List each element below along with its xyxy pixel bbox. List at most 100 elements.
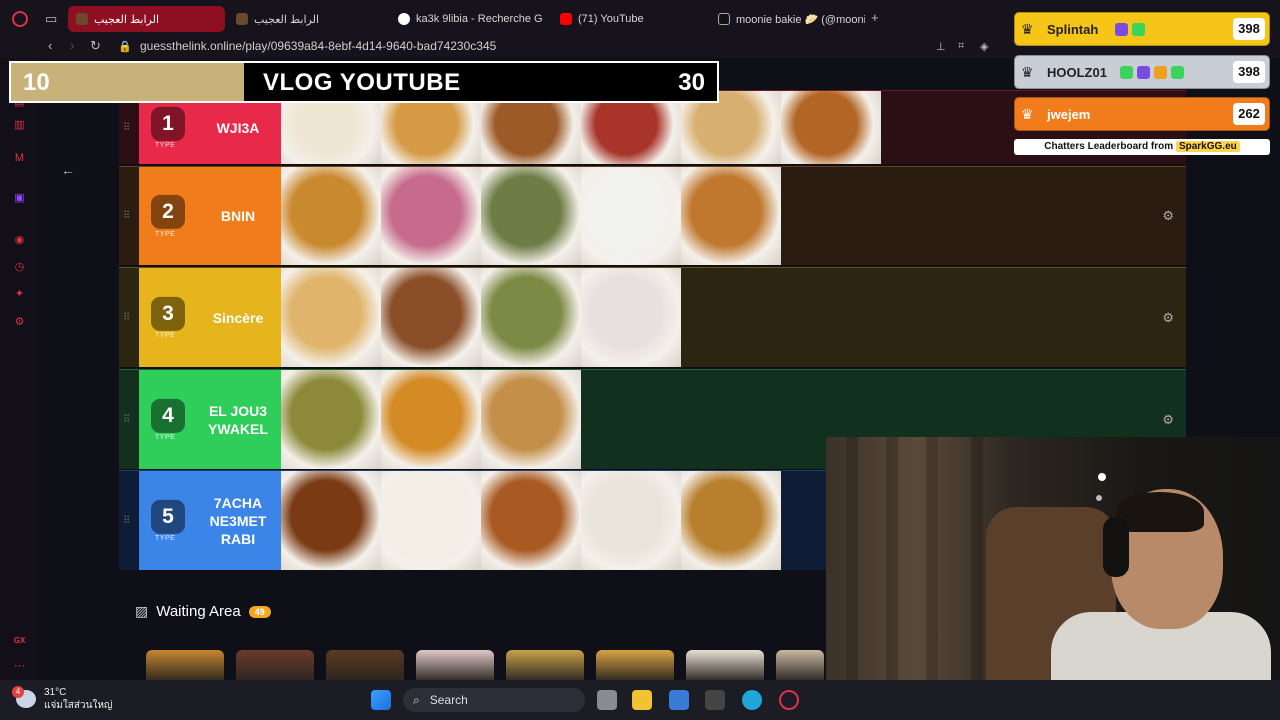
weather-widget[interactable]: 4 31°C แจ่มใสส่วนใหญ่ [12,686,113,712]
back-arrow-icon[interactable]: ← [58,162,78,182]
waiting-thumbnail[interactable] [236,650,314,682]
pin-icon[interactable]: ⊥ [936,40,946,53]
waiting-thumbnail[interactable] [326,650,404,682]
badge-icon [1154,66,1167,79]
store-icon[interactable] [669,690,689,710]
tab-google-search[interactable]: ka3k 9libia - Recherche G [390,6,550,32]
tab-youtube[interactable]: (71) YouTube [552,6,707,32]
tab-tiktok[interactable]: moonie bakie 🥟 (@moonie [710,6,865,32]
food-image[interactable] [581,167,681,265]
food-image[interactable] [381,167,481,265]
tier-rank-badge: 2 [151,194,185,229]
food-image[interactable] [481,268,581,367]
food-image[interactable] [381,268,481,367]
tab-list-icon[interactable]: ▭ [45,11,57,27]
drag-handle-icon[interactable]: ⠿ [123,414,130,425]
ceiling-light [1098,473,1106,481]
extensions-icon[interactable]: ✦ [13,288,26,301]
tab-label: ka3k 9libia - Recherche G [416,13,543,25]
food-image[interactable] [281,167,381,265]
progress-header: 10 VLOG YOUTUBE 30 [9,61,719,103]
waiting-thumbnail[interactable] [146,650,224,682]
food-image[interactable] [781,91,881,164]
taskbar-search[interactable]: ⌕ Search [403,688,585,712]
drag-handle-icon[interactable]: ⠿ [123,312,130,323]
credit-prefix: Chatters Leaderboard from [1044,141,1174,152]
messenger-icon[interactable]: ▥ [13,119,26,132]
waiting-thumbnail[interactable] [596,650,674,682]
settings-icon[interactable]: ⚙ [13,316,26,329]
food-image[interactable] [481,471,581,570]
image-icon: ▨ [135,603,149,619]
tier-row: ⠿ 2 TYPE BNIN ⚙ [119,166,1186,265]
food-image[interactable] [681,471,781,570]
chatter-name: Splintah [1047,22,1099,37]
drag-handle-icon[interactable]: ⠿ [123,122,130,133]
leaderboard-row: ♛ jwejem 262 [1014,97,1270,131]
drag-handle-icon[interactable]: ⠿ [123,211,130,222]
food-image[interactable] [581,268,681,367]
crown-icon: ♛ [1021,106,1034,122]
back-arrow-icon[interactable]: ‹ [48,38,52,53]
tier-type-label: TYPE [155,434,176,441]
mail-icon[interactable]: M [13,152,26,165]
badge-icon [1120,66,1133,79]
opera-logo-icon[interactable] [12,11,28,27]
gx-icon[interactable]: GX [13,634,26,647]
task-view-icon[interactable] [597,690,617,710]
waiting-thumbnail[interactable] [416,650,494,682]
tier-row: ⠿ 3 TYPE Sincère ⚙ [119,267,1186,367]
shield-icon[interactable]: ◈ [980,40,988,53]
forward-arrow-icon[interactable]: › [70,38,74,53]
reload-icon[interactable]: ↻ [90,38,101,54]
opera-gx-icon[interactable] [779,690,799,710]
crown-icon: ♛ [1021,64,1034,80]
url-field[interactable]: guessthelink.online/play/09639a84-8ebf-4… [140,39,496,53]
tier-label: 3 TYPE Sincère [139,268,281,367]
gear-icon[interactable]: ⚙ [1162,208,1174,224]
tab-guessthelink-2[interactable]: الرابط العجيب [228,6,388,32]
file-explorer-icon[interactable] [632,690,652,710]
google-icon [398,13,410,25]
food-image[interactable] [481,167,581,265]
tier-type-label: TYPE [155,230,176,238]
new-tab-button[interactable]: + [871,10,879,25]
tier-label: 4 TYPE EL JOU3 YWAKEL [139,370,281,469]
browser-sidebar: ▤ ▥ M ▣ ◉ ◷ ✦ ⚙ GX ⋯ [0,58,38,680]
gear-icon[interactable]: ⚙ [1162,310,1174,326]
notification-badge: 4 [12,686,24,698]
food-image[interactable] [581,471,681,570]
food-image[interactable] [681,167,781,265]
food-image[interactable] [381,370,481,469]
food-image[interactable] [281,370,381,469]
drag-handle-icon[interactable]: ⠿ [123,515,130,526]
food-image[interactable] [481,370,581,469]
waiting-thumbnail[interactable] [506,650,584,682]
food-image[interactable] [281,268,381,367]
tier-label: 2 TYPE BNIN [139,167,281,265]
tier-rank-badge: 1 [151,106,185,141]
leaderboard-row: ♛ HOOLZ01 398 [1014,55,1270,89]
food-image[interactable] [281,471,381,570]
food-image[interactable] [381,471,481,570]
twitch-icon[interactable]: ▣ [13,192,26,205]
total-count: 30 [678,69,705,96]
weather-condition: แจ่มใสส่วนใหญ่ [44,700,113,711]
player-icon[interactable]: ◉ [13,234,26,247]
tab-label: (71) YouTube [578,13,644,25]
gear-icon[interactable]: ⚙ [1162,412,1174,428]
tier-name: BNIN [220,208,256,224]
tier-label: 5 TYPE 7ACHA NE3MET RABI [139,471,281,570]
waiting-thumbnail[interactable] [686,650,764,682]
windows-start-icon[interactable] [371,690,391,710]
waiting-thumbnail[interactable] [776,650,824,682]
more-icon[interactable]: ⋯ [13,660,26,673]
history-icon[interactable]: ◷ [13,261,26,274]
snapshot-icon[interactable]: ⌗ [958,40,964,53]
tab-guessthelink[interactable]: الرابط العجيب [68,6,225,32]
chatter-badges [1115,23,1145,36]
edge-icon[interactable] [742,690,762,710]
webcam-feed [826,437,1280,680]
unity-icon[interactable] [705,690,725,710]
tier-name: WJI3A [216,119,260,136]
